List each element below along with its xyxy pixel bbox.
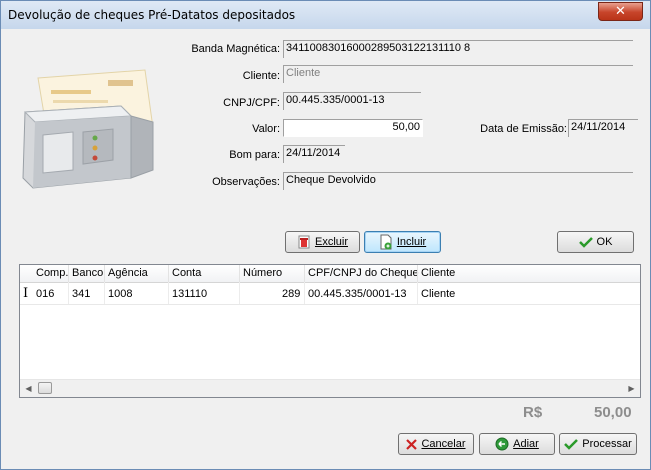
emissao-input[interactable]: 24/11/2014: [568, 119, 638, 137]
cliente-input[interactable]: Cliente: [283, 65, 633, 83]
valor-input[interactable]: 50,00: [283, 119, 423, 137]
emissao-label: Data de Emissão:: [480, 123, 567, 135]
close-icon: ✕: [615, 4, 626, 19]
observacoes-input[interactable]: Cheque Devolvido: [283, 172, 633, 190]
adiar-label: Adiar: [513, 438, 539, 450]
title-bar[interactable]: Devolução de cheques Pré-Datatos deposit…: [1, 1, 650, 29]
cliente-label: Cliente:: [242, 70, 280, 82]
adiar-button[interactable]: Adiar: [479, 433, 555, 455]
scroll-left-icon[interactable]: ◀: [20, 380, 37, 397]
processar-label: Processar: [582, 438, 632, 450]
cancelar-label: Cancelar: [421, 438, 466, 450]
total-currency: R$: [523, 404, 543, 421]
cell-banco: 341: [72, 288, 91, 300]
cancel-x-icon: [406, 438, 418, 450]
col-cpf-cnpj[interactable]: CPF/CNPJ do Cheque: [308, 267, 419, 279]
col-cliente[interactable]: Cliente: [421, 267, 455, 279]
cnpj-label: CNPJ/CPF:: [223, 97, 280, 109]
ok-button[interactable]: OK: [557, 231, 634, 253]
total-amount: 50,00: [594, 404, 632, 421]
banda-input[interactable]: 34110083016000289503122131110 8: [283, 40, 633, 58]
add-document-icon: [380, 234, 392, 250]
excluir-button[interactable]: Excluir: [285, 231, 360, 253]
grid-header: Comp. Banco Agência Conta Número CPF/CNP…: [20, 265, 640, 283]
cheques-grid[interactable]: Comp. Banco Agência Conta Número CPF/CNP…: [19, 264, 641, 398]
check-scanner-icon: [22, 69, 154, 189]
scroll-right-icon[interactable]: ▶: [623, 380, 640, 397]
checkmark-icon: [564, 439, 579, 450]
trash-icon: [298, 235, 310, 249]
bom-para-input[interactable]: 24/11/2014: [283, 145, 345, 163]
dialog-window: Devolução de cheques Pré-Datatos deposit…: [0, 0, 651, 470]
checkmark-icon: [578, 237, 593, 248]
processar-button[interactable]: Processar: [559, 433, 637, 455]
valor-label: Valor:: [252, 123, 280, 135]
incluir-label: Incluir: [396, 236, 427, 248]
cell-cliente: Cliente: [421, 288, 456, 300]
cell-comp: 016: [36, 288, 55, 300]
col-comp[interactable]: Comp.: [36, 267, 68, 279]
col-banco[interactable]: Banco: [72, 267, 103, 279]
incluir-button[interactable]: Incluir: [364, 231, 441, 253]
horizontal-scrollbar[interactable]: ◀ ▶: [20, 379, 640, 397]
window-title: Devolução de cheques Pré-Datatos deposit…: [8, 8, 296, 22]
cell-cpf-cnpj: 00.445.335/0001-13: [308, 288, 407, 300]
cnpj-input[interactable]: 00.445.335/0001-13: [283, 92, 421, 110]
ok-label: OK: [596, 236, 613, 248]
close-button[interactable]: ✕: [598, 2, 643, 21]
bom-para-label: Bom para:: [229, 149, 280, 161]
cell-agencia: 1008: [108, 288, 133, 300]
text-cursor-icon: I: [23, 286, 29, 301]
col-conta[interactable]: Conta: [172, 267, 201, 279]
excluir-label: Excluir: [314, 236, 348, 248]
back-arrow-icon: [495, 437, 509, 451]
cancelar-button[interactable]: Cancelar: [398, 433, 474, 455]
cell-conta: 131110: [172, 288, 208, 300]
col-numero[interactable]: Número: [243, 267, 282, 279]
scroll-thumb[interactable]: [38, 382, 52, 394]
dialog-body: Banda Magnética: 34110083016000289503122…: [8, 30, 643, 462]
banda-label: Banda Magnética:: [191, 43, 280, 55]
cell-numero: 289: [282, 288, 301, 300]
observacoes-label: Observações:: [212, 176, 280, 188]
col-agencia[interactable]: Agência: [108, 267, 148, 279]
